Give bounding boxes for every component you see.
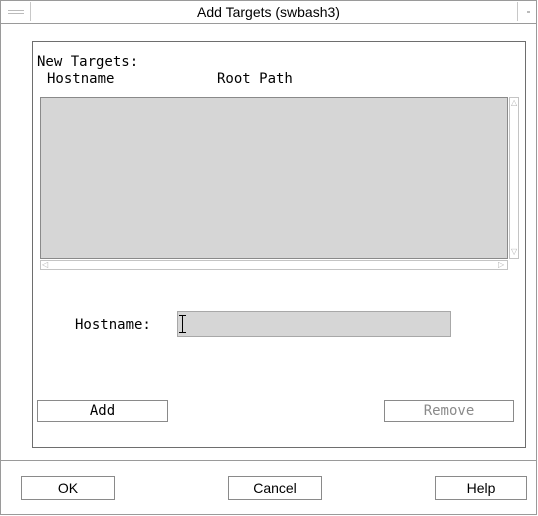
- column-header-hostname: Hostname: [47, 71, 115, 87]
- help-button[interactable]: Help: [435, 476, 527, 500]
- targets-list-vertical-scrollbar[interactable]: △ ▽: [509, 97, 519, 259]
- title-bar[interactable]: Add Targets (swbash3): [1, 1, 536, 24]
- column-header-root-path: Root Path: [217, 71, 293, 87]
- hostname-input[interactable]: [177, 311, 451, 337]
- ok-button[interactable]: OK: [21, 476, 115, 500]
- hostname-label: Hostname:: [75, 317, 151, 333]
- cancel-button[interactable]: Cancel: [228, 476, 322, 500]
- text-cursor-icon: [179, 315, 186, 333]
- new-targets-heading: New Targets:: [37, 54, 139, 70]
- dialog-button-separator: [1, 460, 536, 461]
- add-button[interactable]: Add: [37, 400, 168, 422]
- scroll-right-arrow-icon[interactable]: ▷: [498, 261, 504, 269]
- targets-list-horizontal-scrollbar[interactable]: ◁ ▷: [40, 260, 508, 270]
- scroll-up-arrow-icon[interactable]: △: [511, 99, 517, 107]
- window-title: Add Targets (swbash3): [197, 4, 340, 20]
- targets-list[interactable]: [40, 97, 508, 259]
- scroll-down-arrow-icon[interactable]: ▽: [511, 248, 517, 256]
- scroll-left-arrow-icon[interactable]: ◁: [42, 261, 48, 269]
- window-minimize-icon[interactable]: [517, 2, 536, 21]
- remove-button[interactable]: Remove: [384, 400, 514, 422]
